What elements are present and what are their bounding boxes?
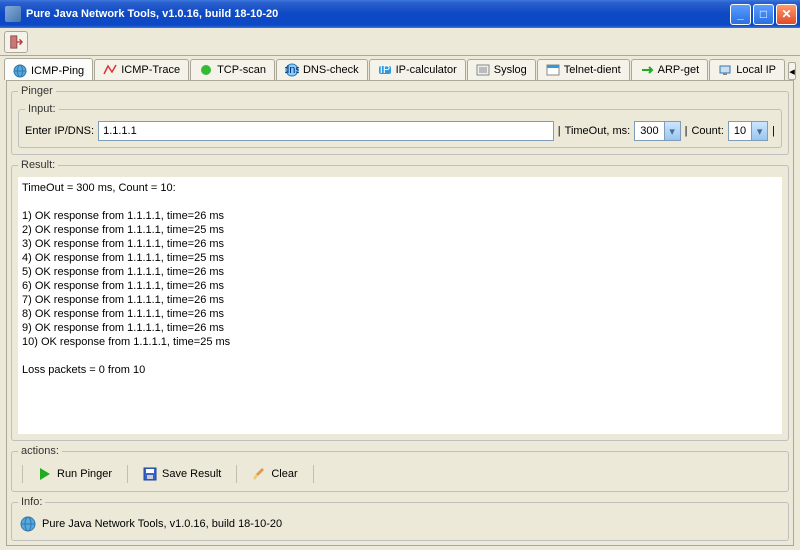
maximize-button[interactable]: □: [753, 4, 774, 25]
syslog-icon: [476, 63, 490, 77]
info-group: Info: Pure Java Network Tools, v1.0.16, …: [11, 496, 789, 541]
result-line: 9) OK response from 1.1.1.1, time=26 ms: [22, 321, 778, 335]
minimize-button[interactable]: _: [730, 4, 751, 25]
chevron-down-icon: ▾: [664, 122, 680, 140]
localip-icon: [718, 63, 732, 77]
result-line: 2) OK response from 1.1.1.1, time=25 ms: [22, 223, 778, 237]
broom-icon: [252, 467, 266, 481]
tab-label: IP-calculator: [396, 64, 457, 76]
tab-tcp-scan[interactable]: TCP-scan: [190, 59, 275, 80]
toolbar: [0, 28, 800, 56]
input-group: Input: Enter IP/DNS: | TimeOut, ms: 300 …: [18, 103, 782, 148]
result-legend: Result:: [18, 159, 58, 171]
chevron-down-icon: ▾: [751, 122, 767, 140]
tab-scroll-left[interactable]: ◂: [788, 62, 796, 80]
tab-syslog[interactable]: Syslog: [467, 59, 536, 80]
actions-legend: actions:: [18, 445, 62, 457]
tab-icmp-ping[interactable]: ICMP-Ping: [4, 58, 93, 80]
result-summary: Loss packets = 0 from 10: [22, 363, 778, 377]
tab-dns-check[interactable]: dns DNS-check: [276, 59, 368, 80]
result-header: TimeOut = 300 ms, Count = 10:: [22, 181, 778, 195]
dns-icon: dns: [285, 63, 299, 77]
door-exit-icon: [9, 35, 23, 49]
titlebar: Pure Java Network Tools, v1.0.16, build …: [0, 0, 800, 28]
count-value: 10: [729, 125, 751, 137]
tab-label: DNS-check: [303, 64, 359, 76]
save-button[interactable]: Save Result: [134, 463, 230, 485]
result-line: 4) OK response from 1.1.1.1, time=25 ms: [22, 251, 778, 265]
result-line: 1) OK response from 1.1.1.1, time=26 ms: [22, 209, 778, 223]
tab-local ip[interactable]: Local IP: [709, 59, 785, 80]
globe-icon: [13, 64, 27, 78]
exit-button[interactable]: [4, 31, 28, 53]
tab-label: Telnet-dient: [564, 64, 621, 76]
pinger-legend: Pinger: [18, 85, 56, 97]
result-line: 10) OK response from 1.1.1.1, time=25 ms: [22, 335, 778, 349]
result-line: 3) OK response from 1.1.1.1, time=26 ms: [22, 237, 778, 251]
actions-group: actions: Run Pinger Save Result Clear: [11, 445, 789, 492]
ip-icon: IP: [378, 63, 392, 77]
ip-label: Enter IP/DNS:: [25, 125, 94, 137]
main-panel: Pinger Input: Enter IP/DNS: | TimeOut, m…: [6, 80, 794, 546]
svg-text:IP: IP: [379, 64, 389, 76]
info-text: Pure Java Network Tools, v1.0.16, build …: [42, 518, 282, 530]
window-title: Pure Java Network Tools, v1.0.16, build …: [26, 8, 278, 20]
count-label: Count:: [691, 125, 723, 137]
svg-text:dns: dns: [285, 64, 299, 76]
tab-icmp-trace[interactable]: ICMP-Trace: [94, 59, 189, 80]
close-button[interactable]: ✕: [776, 4, 797, 25]
tab-label: TCP-scan: [217, 64, 266, 76]
run-button[interactable]: Run Pinger: [29, 463, 121, 485]
tab-ip-calculator[interactable]: IP IP-calculator: [369, 59, 466, 80]
pinger-group: Pinger Input: Enter IP/DNS: | TimeOut, m…: [11, 85, 789, 155]
sep: |: [772, 125, 775, 137]
tabs: ICMP-Ping ICMP-Trace TCP-scan dns DNS-check I…: [0, 56, 800, 80]
save-icon: [143, 467, 157, 481]
tab-label: Syslog: [494, 64, 527, 76]
app-icon: [5, 6, 21, 22]
info-legend: Info:: [18, 496, 45, 508]
result-line: 8) OK response from 1.1.1.1, time=26 ms: [22, 307, 778, 321]
result-group: Result: TimeOut = 300 ms, Count = 10: 1) …: [11, 159, 789, 441]
tab-label: ICMP-Trace: [121, 64, 180, 76]
result-text[interactable]: TimeOut = 300 ms, Count = 10: 1) OK respo…: [18, 177, 782, 434]
tab-arp-get[interactable]: ARP-get: [631, 59, 709, 80]
tab-label: Local IP: [736, 64, 776, 76]
sep: |: [685, 125, 688, 137]
telnet-icon: [546, 63, 560, 77]
separator: [236, 465, 237, 483]
globe-icon: [20, 516, 36, 532]
tab-label: ICMP-Ping: [31, 65, 84, 77]
save-label: Save Result: [162, 468, 221, 480]
result-line: 5) OK response from 1.1.1.1, time=26 ms: [22, 265, 778, 279]
result-line: 7) OK response from 1.1.1.1, time=26 ms: [22, 293, 778, 307]
separator: [22, 465, 23, 483]
play-icon: [38, 467, 52, 481]
timeout-value: 300: [635, 125, 663, 137]
run-label: Run Pinger: [57, 468, 112, 480]
sep: |: [558, 125, 561, 137]
separator: [127, 465, 128, 483]
tab-telnet-dient[interactable]: Telnet-dient: [537, 59, 630, 80]
tab-label: ARP-get: [658, 64, 700, 76]
trace-icon: [103, 63, 117, 77]
clear-label: Clear: [271, 468, 297, 480]
timeout-label: TimeOut, ms:: [565, 125, 631, 137]
green-icon: [199, 63, 213, 77]
timeout-select[interactable]: 300 ▾: [634, 121, 680, 141]
count-select[interactable]: 10 ▾: [728, 121, 768, 141]
separator: [313, 465, 314, 483]
clear-button[interactable]: Clear: [243, 463, 306, 485]
ip-input[interactable]: [98, 121, 554, 141]
arp-icon: [640, 63, 654, 77]
result-line: 6) OK response from 1.1.1.1, time=26 ms: [22, 279, 778, 293]
input-legend: Input:: [25, 103, 59, 115]
